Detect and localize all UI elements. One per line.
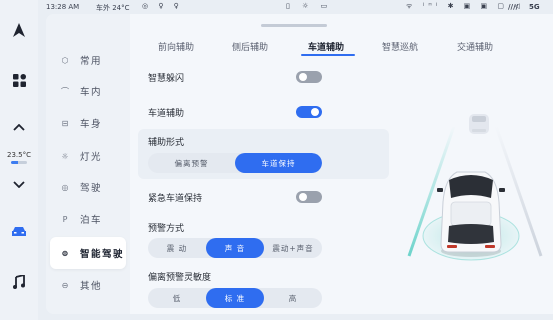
status-time: 13:28 AM: [46, 3, 80, 11]
temperature-bar: [10, 160, 27, 164]
status-left-icons: ◎ ♀ ♀: [142, 2, 183, 10]
active-tab-indicator: [301, 54, 355, 56]
sidebar-item-label: 泊车: [80, 215, 103, 226]
sidebar-item-label: 常用: [80, 56, 103, 67]
sidebar-item-label: 车内: [80, 87, 103, 98]
warning-mode-option-sound[interactable]: 声 音: [206, 238, 264, 258]
temp-down-icon[interactable]: [0, 177, 38, 191]
tab-smart-cruise[interactable]: 智慧巡航: [382, 40, 418, 53]
status-right-icons: ᯤ ⁽ᴴ⁾ ✱ ▣ ▣ ▢ ◁: [406, 2, 524, 10]
lead-vehicle: [469, 114, 489, 134]
common-icon: ⬡: [61, 55, 69, 65]
sidebar-item-parking[interactable]: P 泊车: [50, 203, 126, 235]
smart-driving-icon: ⊜: [61, 248, 69, 258]
climate-temperature[interactable]: 23.5°C: [0, 148, 38, 166]
network-type: 5G: [529, 3, 540, 11]
departure-sensitivity-selector: 低 标 准 高: [148, 288, 322, 308]
sensitivity-option-low[interactable]: 低: [148, 288, 206, 308]
smart-evasion-toggle[interactable]: [296, 71, 322, 83]
sidebar-item-lights[interactable]: ☼ 灯光: [50, 140, 126, 172]
settings-panel: ⬡ 常用 ⌒ 车内 ⊟ 车身 ☼ 灯光 ◎ 驾驶 P 泊车 ⊜ 智能驾驶 ⊖ 其: [46, 14, 553, 314]
toggle-knob: [299, 193, 307, 201]
lane-assist-illustration: [407, 114, 543, 261]
sidebar-item-label: 驾驶: [80, 183, 103, 194]
sensitivity-option-high[interactable]: 高: [264, 288, 322, 308]
emergency-lane-keep-toggle[interactable]: [296, 191, 322, 203]
car-icon[interactable]: [0, 222, 38, 240]
temperature-value: 23.5°C: [7, 150, 31, 159]
departure-sensitivity-label: 偏离预警灵敏度: [148, 273, 212, 283]
sidebar-item-label: 车身: [80, 119, 103, 130]
body-icon: ⊟: [61, 118, 69, 128]
interior-icon: ⌒: [61, 86, 69, 96]
tab-traffic-assist[interactable]: 交通辅助: [457, 40, 493, 53]
other-icon: ⊖: [61, 280, 69, 290]
warning-mode-option-vibration[interactable]: 震 动: [148, 238, 206, 258]
smart-evasion-label: 智慧躲闪: [148, 74, 185, 84]
panel-drag-handle[interactable]: [261, 24, 327, 27]
lane-assist-label: 车道辅助: [148, 109, 185, 119]
signal-strength: ////: [508, 3, 519, 11]
tab-forward-assist[interactable]: 前向辅助: [158, 40, 194, 53]
ego-vehicle: [437, 171, 505, 257]
left-dock: 23.5°C: [0, 0, 38, 320]
sidebar-item-common[interactable]: ⬡ 常用: [50, 44, 126, 76]
assist-form-option-departure-warning[interactable]: 偏离预警: [148, 153, 235, 173]
sidebar-item-driving[interactable]: ◎ 驾驶: [50, 171, 126, 203]
assist-form-label: 辅助形式: [148, 138, 185, 148]
lane-assist-toggle[interactable]: [296, 106, 322, 118]
sidebar-item-label: 灯光: [80, 152, 103, 163]
sidebar-item-body[interactable]: ⊟ 车身: [50, 107, 126, 139]
status-center-icons: ▯ ☼ ▭: [286, 2, 333, 10]
settings-sidebar: ⬡ 常用 ⌒ 车内 ⊟ 车身 ☼ 灯光 ◎ 驾驶 P 泊车 ⊜ 智能驾驶 ⊖ 其: [46, 14, 130, 314]
assist-form-selector: 偏离预警 车道保持: [148, 153, 322, 173]
warning-mode-option-vibration-sound[interactable]: 震动+声音: [264, 238, 322, 258]
sidebar-item-label: 其他: [80, 281, 103, 292]
assist-form-option-lane-keeping[interactable]: 车道保持: [235, 153, 322, 173]
light-icon: ☼: [61, 151, 69, 161]
toggle-knob: [311, 108, 319, 116]
sidebar-item-smart-driving[interactable]: ⊜ 智能驾驶: [50, 237, 126, 269]
sensitivity-option-standard[interactable]: 标 准: [206, 288, 264, 308]
tab-lane-assist[interactable]: 车道辅助: [308, 40, 344, 53]
toggle-knob: [299, 73, 307, 81]
temp-up-icon[interactable]: [0, 120, 38, 134]
steering-icon: ◎: [61, 182, 69, 192]
outside-temperature: 车外 24°C: [96, 4, 130, 12]
apps-grid-icon[interactable]: [0, 70, 38, 90]
warning-mode-label: 预警方式: [148, 224, 185, 234]
sidebar-item-other[interactable]: ⊖ 其他: [50, 269, 126, 301]
warning-mode-selector: 震 动 声 音 震动+声音: [148, 238, 322, 258]
status-bar: 13:28 AM 车外 24°C ◎ ♀ ♀ ▯ ☼ ▭ ᯤ ⁽ᴴ⁾ ✱ ▣ ▣…: [38, 0, 553, 14]
music-icon[interactable]: [0, 272, 38, 292]
sidebar-item-label: 智能驾驶: [80, 249, 125, 260]
tab-rear-side-assist[interactable]: 侧后辅助: [232, 40, 268, 53]
parking-icon: P: [62, 214, 68, 224]
navigation-icon[interactable]: [0, 20, 38, 40]
sidebar-item-interior[interactable]: ⌒ 车内: [50, 75, 126, 107]
emergency-lane-keep-label: 紧急车道保持: [148, 194, 203, 204]
